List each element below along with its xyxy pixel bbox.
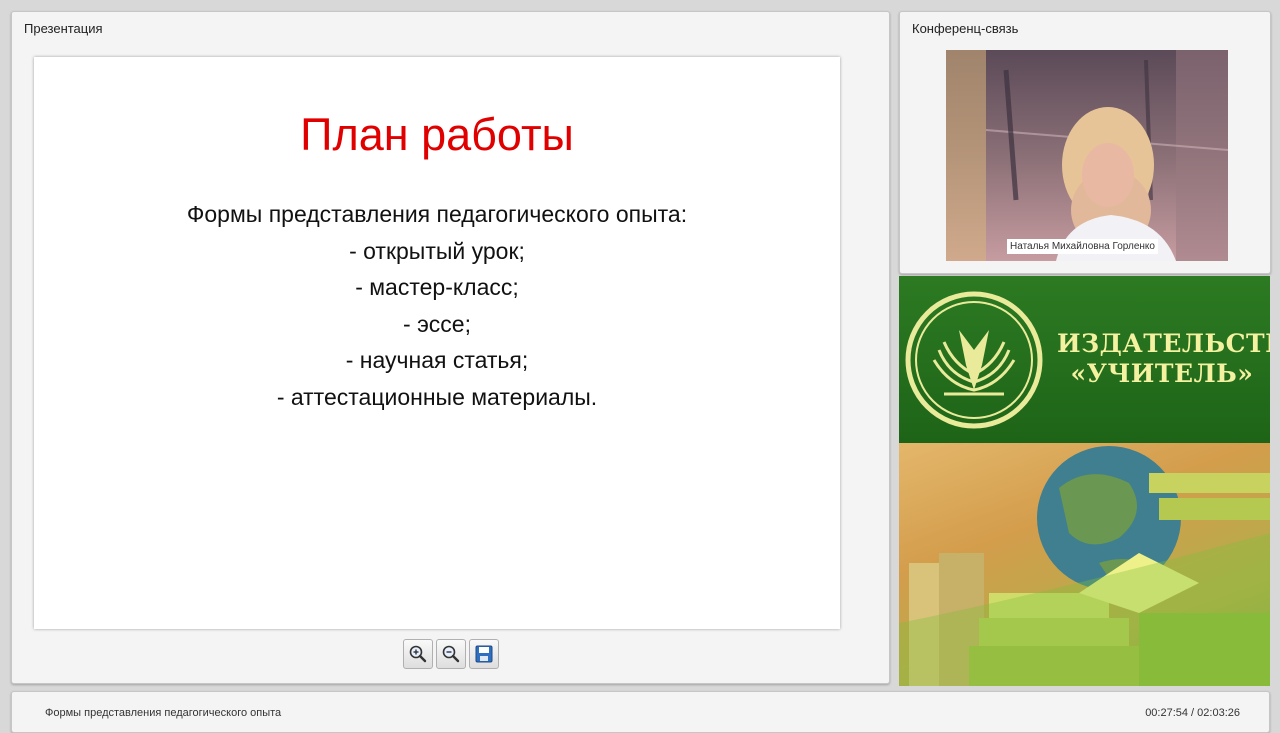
- slide-body: Формы представления педагогического опыт…: [34, 196, 840, 415]
- slide-line: Формы представления педагогического опыт…: [186, 201, 688, 227]
- zoom-out-icon: [442, 645, 460, 663]
- current-slide-title: Формы представления педагогического опыт…: [45, 707, 282, 719]
- publisher-logo-icon: [905, 291, 1043, 429]
- zoom-in-button[interactable]: [403, 639, 433, 669]
- conference-panel-title: Конференц-связь: [912, 21, 1019, 36]
- presentation-panel-title: Презентация: [24, 21, 103, 36]
- webcam-image: [946, 50, 1228, 261]
- zoom-in-icon: [409, 645, 427, 663]
- slide: План работы Формы представления педагоги…: [34, 57, 840, 629]
- save-button[interactable]: [469, 639, 499, 669]
- presentation-panel: Презентация План работы Формы представле…: [11, 11, 890, 684]
- webcam-video: Наталья Михайловна Горленко: [946, 50, 1228, 261]
- publisher-banner-header: ИЗДАТЕЛЬСТВО «УЧИТЕЛЬ»: [899, 276, 1270, 443]
- floppy-disk-icon: [475, 645, 493, 663]
- books-globe-image: [899, 443, 1270, 686]
- publisher-banner: ИЗДАТЕЛЬСТВО «УЧИТЕЛЬ»: [899, 276, 1270, 686]
- books-globe-picture: [899, 443, 1270, 686]
- slide-line: - открытый урок;: [349, 237, 525, 264]
- zoom-out-button[interactable]: [436, 639, 466, 669]
- footer-bar: Формы представления педагогического опыт…: [11, 691, 1270, 733]
- slide-line: - научная статья;: [345, 347, 529, 373]
- slide-line: - аттестационные материалы.: [276, 383, 598, 410]
- slide-line: - эссе;: [403, 310, 471, 337]
- slide-line: - мастер-класс;: [355, 274, 519, 300]
- playback-time: 00:27:54 / 02:03:26: [1145, 707, 1240, 719]
- publisher-name-line2: «УЧИТЕЛЬ»: [1070, 359, 1254, 388]
- participant-name-label: Наталья Михайловна Горленко: [1007, 239, 1158, 254]
- slide-title: План работы: [300, 109, 574, 160]
- publisher-name: ИЗДАТЕЛЬСТВО «УЧИТЕЛЬ»: [1057, 329, 1270, 389]
- publisher-name-line1: ИЗДАТЕЛЬСТВО: [1057, 329, 1270, 358]
- conference-panel: Конференц-связь Наталья Михайловна Горле…: [899, 11, 1271, 274]
